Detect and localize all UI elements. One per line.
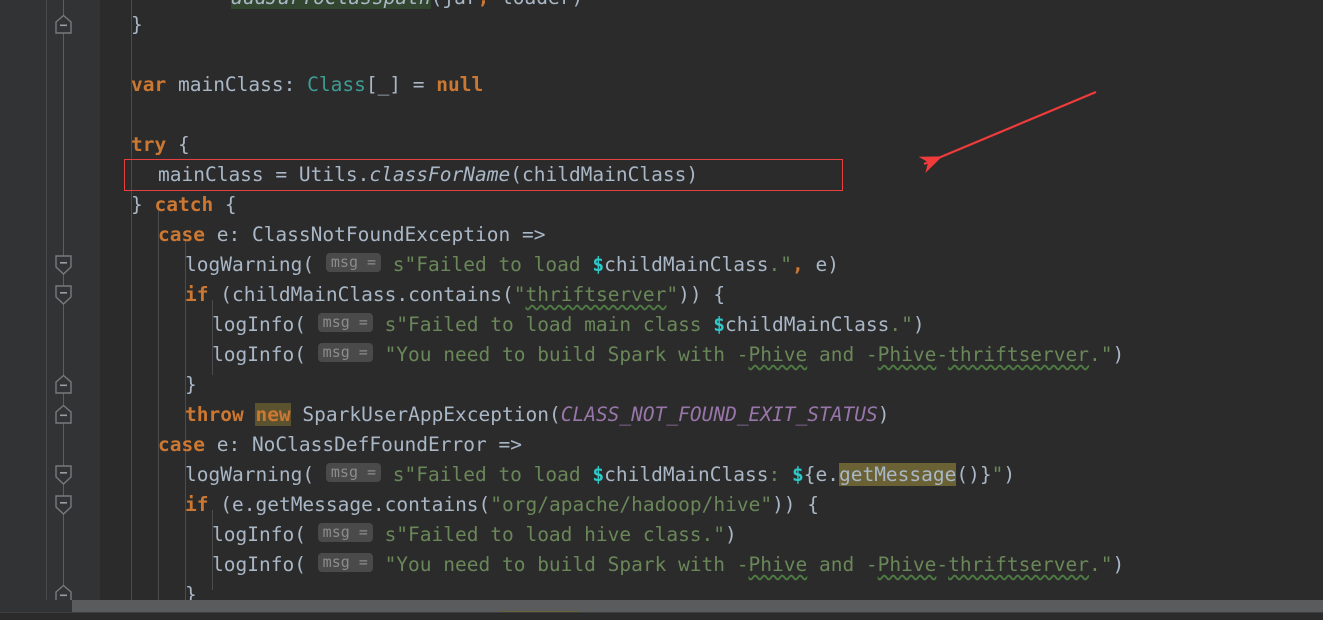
parameter-hint-chip: msg = bbox=[317, 553, 373, 572]
fold-start-icon[interactable] bbox=[53, 284, 74, 306]
code-line-target[interactable]: mainClass = Utils.classForName(childMain… bbox=[158, 160, 698, 190]
parameter-hint-chip: msg = bbox=[325, 463, 382, 482]
editor-bottom-strip bbox=[0, 612, 1323, 620]
code-line: logInfo( msg = "You need to build Spark … bbox=[212, 553, 1125, 576]
code-folding-gutter[interactable] bbox=[46, 0, 100, 620]
fold-end-icon[interactable] bbox=[53, 374, 74, 396]
code-token-method: addJarToClasspath bbox=[231, 0, 431, 9]
code-line: throw new SparkUserAppException(CLASS_NO… bbox=[185, 403, 890, 426]
code-line: if (e.getMessage.contains("org/apache/ha… bbox=[185, 493, 820, 516]
fold-region-line bbox=[63, 0, 64, 612]
code-line: try { bbox=[131, 133, 190, 156]
highlighted-keyword-new: new bbox=[255, 403, 291, 426]
parameter-hint-chip: msg = bbox=[317, 313, 373, 332]
fold-start-icon[interactable] bbox=[53, 254, 74, 276]
parameter-hint-chip: msg = bbox=[317, 343, 373, 362]
code-line: case e: ClassNotFoundException => bbox=[158, 223, 546, 246]
parameter-hint-chip: msg = bbox=[325, 253, 382, 272]
code-line: logInfo( msg = s"Failed to load main cla… bbox=[212, 313, 925, 336]
code-line: var mainClass: Class[_] = null bbox=[131, 73, 484, 96]
code-line: } catch { bbox=[131, 193, 237, 216]
highlighted-identifier-getmessage: getMessage bbox=[838, 463, 957, 486]
code-line: logInfo( msg = s"Failed to load hive cla… bbox=[212, 523, 737, 546]
indent-guide bbox=[158, 210, 159, 600]
code-line: logWarning( msg = s"Failed to load $chil… bbox=[185, 463, 1016, 486]
editor-window: addJarToClasspath(jar, loader) } var mai… bbox=[0, 0, 1323, 620]
fold-end-icon[interactable] bbox=[53, 404, 74, 426]
line-number-gutter[interactable] bbox=[0, 0, 46, 620]
parameter-hint-chip: msg = bbox=[317, 523, 373, 542]
gutter-separator bbox=[46, 0, 47, 612]
fold-end-icon[interactable] bbox=[53, 14, 74, 36]
code-line: if (childMainClass.contains("thriftserve… bbox=[185, 283, 726, 306]
fold-start-icon[interactable] bbox=[53, 494, 74, 516]
gutter-bottom-filler bbox=[0, 600, 72, 612]
code-line: addJarToClasspath(jar, loader) bbox=[231, 0, 583, 13]
fold-start-icon[interactable] bbox=[53, 464, 74, 486]
code-line: case e: NoClassDefFoundError => bbox=[158, 433, 522, 456]
code-line: } bbox=[131, 13, 143, 36]
annotation-arrow-icon bbox=[918, 90, 1097, 173]
code-line: logWarning( msg = s"Failed to load $chil… bbox=[185, 253, 839, 276]
code-editor-pane[interactable]: addJarToClasspath(jar, loader) } var mai… bbox=[100, 0, 1323, 612]
clipped-top-line: addJarToClasspath(jar, loader) bbox=[200, 0, 1323, 13]
code-line: } bbox=[185, 373, 197, 396]
horizontal-scrollbar-thumb[interactable] bbox=[72, 600, 1323, 612]
code-line: logInfo( msg = "You need to build Spark … bbox=[212, 343, 1125, 366]
